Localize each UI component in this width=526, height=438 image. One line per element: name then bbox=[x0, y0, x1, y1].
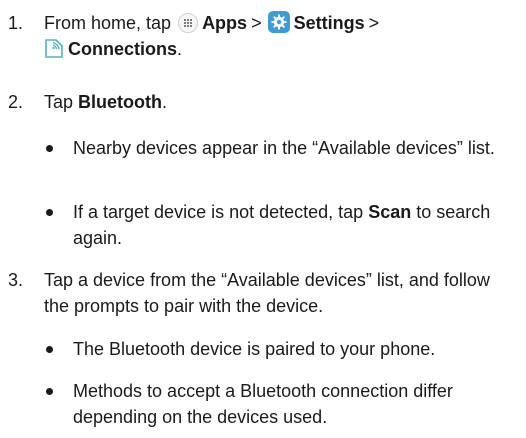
step-prefix: From home, tap bbox=[44, 13, 172, 33]
apps-icon bbox=[178, 13, 199, 33]
settings-gear-icon bbox=[267, 11, 290, 33]
bullet-text: The Bluetooth device is paired to your p… bbox=[73, 339, 436, 359]
step-prefix: Tap bbox=[44, 92, 74, 112]
bullet-text: Nearby devices appear in the “Available … bbox=[73, 138, 495, 158]
bullet-dot bbox=[46, 346, 53, 353]
bullet-dot bbox=[46, 388, 53, 395]
instructions-page: 1. From home, tap Apps > Settings > Conn… bbox=[0, 0, 526, 438]
bullet-item: Methods to accept a Bluetooth connection… bbox=[0, 378, 526, 432]
bullet-item: If a target device is not detected, tap … bbox=[0, 199, 526, 253]
step-text: Tap a device from the “Available devices… bbox=[44, 270, 490, 316]
apps-label: Apps bbox=[202, 13, 248, 33]
step-suffix: . bbox=[177, 39, 183, 59]
bluetooth-label: Bluetooth bbox=[78, 92, 163, 112]
bullet-prefix: If a target device is not detected, tap bbox=[73, 202, 364, 222]
scan-label: Scan bbox=[368, 202, 412, 222]
settings-label: Settings bbox=[293, 13, 365, 33]
step-1: 1. From home, tap Apps > Settings > Conn… bbox=[0, 10, 526, 66]
step-3: 3. Tap a device from the “Available devi… bbox=[0, 267, 526, 321]
step-number: 1. bbox=[8, 13, 24, 33]
step-number: 2. bbox=[8, 92, 24, 112]
connections-label: Connections bbox=[68, 39, 178, 59]
bullet-text: Methods to accept a Bluetooth connection… bbox=[73, 381, 453, 427]
step-2: 2. Tap Bluetooth. bbox=[0, 89, 526, 117]
separator: > bbox=[368, 13, 380, 33]
connections-icon bbox=[44, 37, 64, 59]
bullet-dot bbox=[46, 145, 53, 152]
bullet-dot bbox=[46, 209, 53, 216]
step-suffix: . bbox=[162, 92, 168, 112]
separator: > bbox=[251, 13, 262, 33]
bullet-item: The Bluetooth device is paired to your p… bbox=[0, 336, 526, 364]
bullet-item: Nearby devices appear in the “Available … bbox=[0, 135, 526, 189]
bullet-text: If a target device is not detected, tap … bbox=[73, 199, 519, 251]
step-text: Tap Bluetooth. bbox=[44, 89, 514, 115]
step-text: From home, tap Apps > Settings > Connect… bbox=[44, 10, 514, 62]
step-number: 3. bbox=[8, 270, 24, 290]
